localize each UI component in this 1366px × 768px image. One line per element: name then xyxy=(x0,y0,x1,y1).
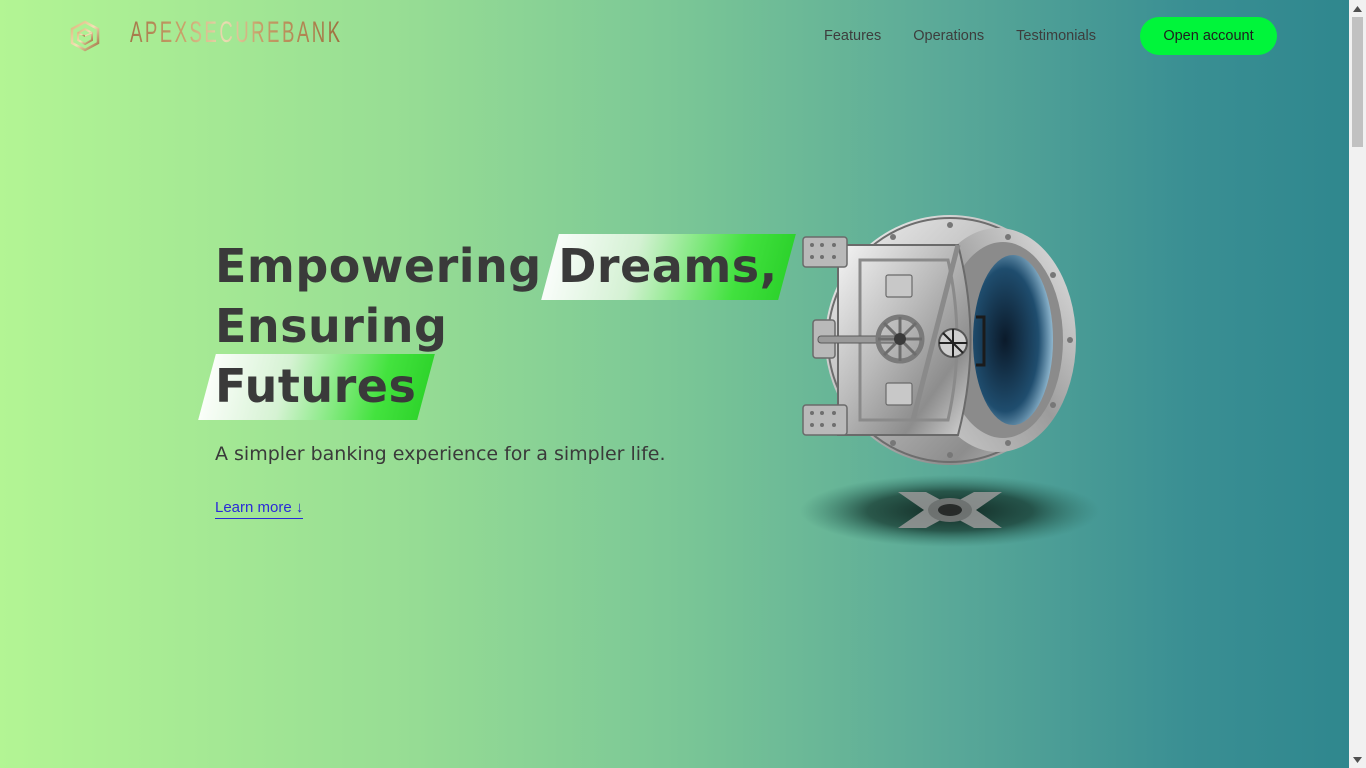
landing-page: APEXSECUREBANK Features Operations Testi… xyxy=(0,0,1349,768)
nav-link-testimonials[interactable]: Testimonials xyxy=(1016,28,1096,44)
nav-link-operations[interactable]: Operations xyxy=(913,28,984,44)
scroll-up-icon[interactable] xyxy=(1349,0,1366,17)
hero-title-line-1: Empowering Dreams, xyxy=(215,234,797,300)
hero-title-line-3: Futures xyxy=(198,354,775,420)
scrollbar-thumb[interactable] xyxy=(1352,17,1363,147)
logo-cube-icon[interactable] xyxy=(70,20,100,52)
open-account-button[interactable]: Open account xyxy=(1140,17,1277,55)
nav-links: Features Operations Testimonials xyxy=(824,26,1128,46)
top-navigation: APEXSECUREBANK Features Operations Testi… xyxy=(0,0,1349,72)
highlight-dreams: Dreams, xyxy=(541,234,797,300)
highlight-text: Dreams, xyxy=(558,239,778,293)
vertical-scrollbar[interactable] xyxy=(1349,0,1366,768)
hero-subtitle: A simpler banking experience for a simpl… xyxy=(215,443,666,465)
hero-title-text: Ensuring xyxy=(215,299,448,353)
hero-title-line-2: Ensuring xyxy=(215,296,775,356)
highlight-text: Futures xyxy=(215,359,417,413)
bank-vault-icon xyxy=(800,215,1100,547)
hero-title-text: Empowering xyxy=(215,239,559,293)
nav-link-features[interactable]: Features xyxy=(824,28,881,44)
scroll-down-icon[interactable] xyxy=(1349,751,1366,768)
hero-title: Empowering Dreams, Ensuring Futures xyxy=(198,234,797,420)
learn-more-link[interactable]: Learn more ↓ xyxy=(215,499,304,519)
highlight-futures: Futures xyxy=(198,354,436,420)
logo-wordmark[interactable]: APEXSECUREBANK xyxy=(130,16,343,50)
